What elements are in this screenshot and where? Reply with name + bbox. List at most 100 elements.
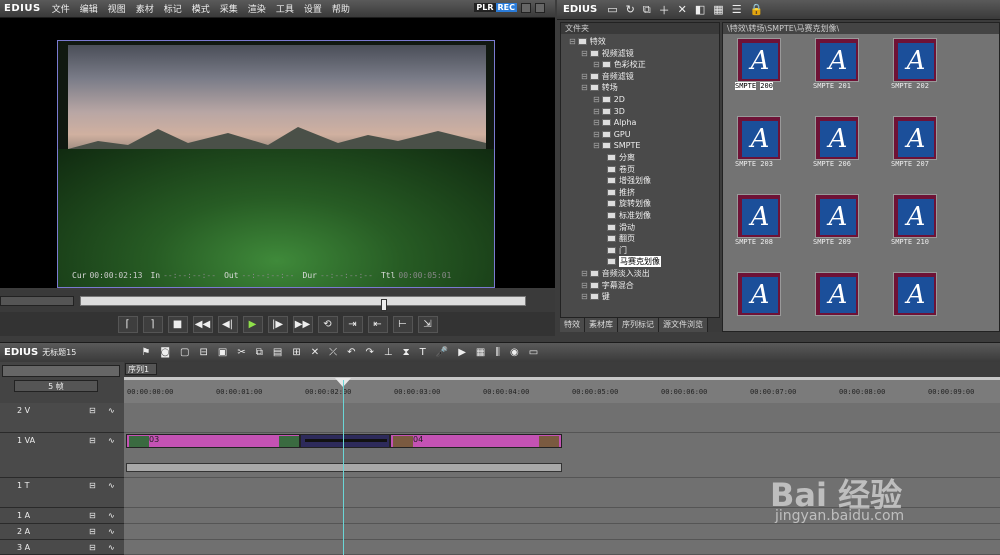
fast-forward-button[interactable]: ▶▶ <box>292 315 313 333</box>
tab-bin[interactable]: 素材库 <box>585 318 618 332</box>
expand-icon[interactable]: ⊟ <box>593 95 600 104</box>
folder-icon[interactable]: ▭ <box>603 3 621 16</box>
menu-help[interactable]: 帮助 <box>327 2 355 15</box>
add-icon[interactable]: ＋ <box>655 2 674 18</box>
rec-mode[interactable]: REC <box>495 3 517 12</box>
track-header[interactable]: 2 A ⊟ ∿ <box>0 524 124 540</box>
track-header[interactable]: 2 V ⊟ ∿ <box>0 403 124 433</box>
insert-button[interactable]: ⇥ <box>342 315 363 333</box>
expand-icon[interactable]: ⊟ <box>581 269 588 278</box>
tab-source-browser[interactable]: 源文件浏览 <box>659 318 708 332</box>
tree-node[interactable]: 马赛克划像 <box>605 256 661 268</box>
menu-marker[interactable]: 标记 <box>159 2 187 15</box>
menu-render[interactable]: 渲染 <box>243 2 271 15</box>
tree-node[interactable]: ⊟ 音频滤镜 <box>581 71 634 82</box>
expand-icon[interactable]: ⊟ <box>593 141 600 150</box>
position-slider[interactable] <box>80 296 526 311</box>
loop-button[interactable]: ⟲ <box>317 315 338 333</box>
expand-icon[interactable]: ⊟ <box>581 281 588 290</box>
sequence-tab[interactable]: 序列1 <box>125 363 157 375</box>
transition-thumbnail[interactable]: A SMPTE 208 <box>729 190 785 250</box>
step-forward-button[interactable]: |▶ <box>267 315 288 333</box>
track-header[interactable]: 1 VA ⊟ ∿ <box>0 433 124 478</box>
render-icon[interactable]: ▶ <box>453 347 471 358</box>
expand-icon[interactable]: ⊟ <box>593 130 600 139</box>
transition-icon[interactable]: ⧗ <box>398 347 415 358</box>
tree-node[interactable]: ⊟ 转场 <box>581 82 618 93</box>
track-sync-icon[interactable]: ∿ <box>108 436 115 445</box>
video-clip-03[interactable]: 03 <box>126 434 300 448</box>
track-sync-icon[interactable]: ∿ <box>108 481 115 490</box>
grid-icon[interactable]: ▦ <box>709 3 727 16</box>
expand-icon[interactable]: ⊟ <box>581 292 588 301</box>
lock-icon[interactable]: 🔒 <box>746 3 768 16</box>
open-icon[interactable]: ⊟ <box>195 347 213 358</box>
capture-icon[interactable]: ◙ <box>155 347 175 358</box>
expand-icon[interactable]: ⊟ <box>581 72 588 81</box>
tree-node[interactable]: 门 <box>605 245 627 256</box>
track-lock-icon[interactable]: ⊟ <box>89 436 96 445</box>
tree-node[interactable]: 分离 <box>605 152 635 163</box>
transition-thumbnail[interactable]: A SMPTE 207 <box>885 112 941 172</box>
track-lock-icon[interactable]: ⊟ <box>89 511 96 520</box>
title-icon[interactable]: T <box>415 347 431 358</box>
menu-mode[interactable]: 模式 <box>187 2 215 15</box>
tree-node[interactable]: ⊟ 音频淡入淡出 <box>581 268 650 279</box>
undo-icon[interactable]: ↶ <box>342 347 360 358</box>
mixer-icon[interactable]: ⫼ <box>490 347 505 358</box>
expand-icon[interactable]: ⊟ <box>581 83 588 92</box>
track-header[interactable]: 1 A ⊟ ∿ <box>0 508 124 524</box>
mode-icon[interactable]: ⚑ <box>136 347 155 358</box>
transition-thumbnail[interactable]: A SMPTE 206 <box>807 112 863 172</box>
export-button[interactable]: ⇲ <box>417 315 438 333</box>
tree-node[interactable]: ⊟ SMPTE <box>593 140 640 151</box>
track-lock-icon[interactable]: ⊟ <box>89 543 96 552</box>
tree-node[interactable]: 滑动 <box>605 222 635 233</box>
track-sync-icon[interactable]: ∿ <box>108 406 115 415</box>
group-icon[interactable]: ⊞ <box>287 347 305 358</box>
transition-thumbnail[interactable]: A SMPTE 209 <box>807 190 863 250</box>
layout-icon[interactable]: ▭ <box>524 347 543 358</box>
expand-icon[interactable]: ⊟ <box>593 107 600 116</box>
transition-clip[interactable] <box>300 434 390 448</box>
menu-clip[interactable]: 素材 <box>131 2 159 15</box>
track-header[interactable]: 1 T ⊟ ∿ <box>0 478 124 508</box>
track-sync-icon[interactable]: ∿ <box>108 543 115 552</box>
cut-icon[interactable]: ✂ <box>232 347 250 358</box>
shuttle-slider[interactable] <box>0 296 74 306</box>
expand-icon[interactable]: ⊟ <box>593 60 600 69</box>
mic-icon[interactable]: 🎤 <box>431 347 453 358</box>
delete-icon[interactable]: ✕ <box>674 3 691 16</box>
rewind-button[interactable]: ◀◀ <box>192 315 213 333</box>
copy-clip-icon[interactable]: ⧉ <box>251 347 268 358</box>
player-mode-toggle[interactable]: PLR REC <box>474 3 517 12</box>
track-sync-icon[interactable]: ∿ <box>108 527 115 536</box>
expand-icon[interactable]: ⊟ <box>593 118 600 127</box>
delete-clip-icon[interactable]: ✕ <box>306 347 324 358</box>
new-icon[interactable]: ▢ <box>175 347 194 358</box>
tree-node[interactable]: ⊟ 3D <box>593 106 625 117</box>
transition-thumbnail[interactable]: A SMPTE 201 <box>807 34 863 94</box>
track-sync-icon[interactable]: ∿ <box>108 511 115 520</box>
record-icon[interactable]: ◉ <box>505 347 524 358</box>
zoom-select[interactable]: 5 帧 <box>14 380 98 392</box>
set-in-button[interactable]: ⌈ <box>117 315 138 333</box>
tab-markers[interactable]: 序列标记 <box>618 318 659 332</box>
track-2a[interactable] <box>124 524 1000 540</box>
table-icon[interactable]: ▦ <box>471 347 490 358</box>
trim-button[interactable]: ⊢ <box>392 315 413 333</box>
menu-edit[interactable]: 编辑 <box>75 2 103 15</box>
tree-node[interactable]: 增强划像 <box>605 175 651 186</box>
tab-effects[interactable]: 特效 <box>560 318 585 332</box>
split-icon[interactable]: ⊥ <box>379 347 398 358</box>
tree-node[interactable]: 旋转划像 <box>605 198 651 209</box>
tree-node[interactable]: ⊟ 2D <box>593 94 625 105</box>
tree-node[interactable]: ⊟ Alpha <box>593 117 636 128</box>
tree-node[interactable]: ⊟ 色彩校正 <box>593 59 646 70</box>
copy-icon[interactable]: ⧉ <box>639 3 655 17</box>
transition-thumbnail[interactable]: A SMPTE 200 <box>729 34 785 94</box>
menu-capture[interactable]: 采集 <box>215 2 243 15</box>
refresh-icon[interactable]: ↻ <box>622 3 639 16</box>
tree-node[interactable]: ⊟ 字幕混合 <box>581 280 634 291</box>
tree-node[interactable]: ⊟ 特效 <box>569 36 606 47</box>
